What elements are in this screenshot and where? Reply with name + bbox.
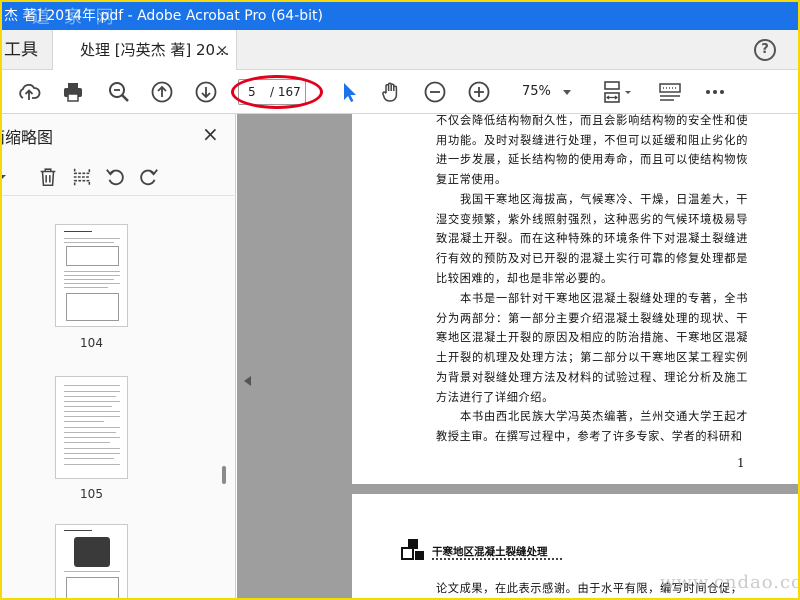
rotate-right-icon[interactable]	[136, 164, 162, 190]
document-page: 不仅会降低结构物耐久性，而且会影响结构物的安全性和使用功能。及时对裂缝进行处理，…	[352, 114, 798, 484]
title-bar: 杰 著] 2014年.pdf - Adobe Acrobat Pro (64-b…	[2, 2, 798, 30]
print-icon[interactable]	[59, 78, 87, 106]
page-current-input[interactable]: 5	[248, 80, 256, 104]
thumbnail-label: 104	[80, 336, 103, 350]
thumbnail-photo	[74, 537, 110, 567]
page-down-icon[interactable]	[192, 78, 220, 106]
options-dropdown-icon[interactable]	[2, 164, 10, 190]
tab-bar: 工具 处理 [冯英杰 著] 20... × ?	[2, 30, 798, 71]
page-number: 1	[737, 456, 745, 470]
running-header-title: 干寒地区混凝土裂缝处理	[432, 546, 548, 558]
page-number-field[interactable]: 5 / 167	[238, 79, 306, 105]
help-button[interactable]: ?	[754, 39, 776, 61]
toolbar: 5 / 167 75%	[2, 70, 798, 114]
title-watermark: 道 家 网	[32, 7, 118, 28]
tab-document[interactable]: 处理 [冯英杰 著] 20...	[52, 30, 237, 71]
fit-page-icon[interactable]	[599, 78, 637, 106]
zoom-out-icon[interactable]	[421, 78, 449, 106]
thumbnail-page-105[interactable]	[55, 376, 128, 479]
delete-icon[interactable]	[35, 164, 61, 190]
tab-tools[interactable]: 工具	[2, 30, 52, 70]
paragraph: 本书是一部针对干寒地区混凝土裂缝处理的专著，全书分为两部分：第一部分主要介绍混凝…	[436, 292, 748, 404]
collapse-panel-icon[interactable]	[244, 376, 251, 386]
page-up-icon[interactable]	[148, 78, 176, 106]
bottom-watermark: www.cndao.com	[660, 572, 798, 593]
chevron-down-icon	[563, 90, 571, 95]
paragraph: 本书由西北民族大学冯英杰编著，兰州交通大学王起才教授主审。在撰写过程中，参考了许…	[436, 410, 748, 443]
panel-close-button[interactable]: ×	[202, 122, 219, 146]
thumbnail-toolbar	[2, 158, 236, 196]
rotate-left-icon[interactable]	[102, 164, 128, 190]
more-icon[interactable]	[701, 78, 729, 106]
header-divider	[432, 558, 562, 560]
document-viewport: 不仅会降低结构物耐久性，而且会影响结构物的安全性和使用功能。及时对裂缝进行处理，…	[237, 114, 798, 598]
paragraph: 我国干寒地区海拔高，气候寒冷、干燥，日温差大，干湿交变频繁，紫外线照射强烈，这种…	[436, 193, 748, 285]
upload-icon[interactable]	[15, 78, 43, 106]
page-total-label: / 167	[270, 85, 301, 99]
select-cursor-icon[interactable]	[335, 78, 363, 106]
book-logo-icon	[401, 539, 424, 560]
tab-document-label: 处理 [冯英杰 著] 20...	[80, 41, 230, 59]
comment-icon[interactable]	[656, 78, 684, 106]
hand-icon[interactable]	[377, 78, 405, 106]
tab-close-button[interactable]: ×	[215, 43, 229, 58]
thumbnail-page-106[interactable]	[55, 524, 128, 598]
thumbnail-panel: 页面缩略图 ×	[2, 114, 236, 598]
extract-page-icon[interactable]	[69, 164, 95, 190]
thumbnail-label: 105	[80, 487, 103, 501]
panel-title: 页面缩略图	[2, 128, 54, 147]
paragraph: 不仅会降低结构物耐久性，而且会影响结构物的安全性和使用功能。及时对裂缝进行处理，…	[436, 114, 748, 187]
zoom-dropdown[interactable]: 75%	[511, 79, 579, 105]
zoom-search-icon[interactable]	[105, 78, 133, 106]
acrobat-window: 杰 著] 2014年.pdf - Adobe Acrobat Pro (64-b…	[0, 0, 800, 600]
zoom-in-icon[interactable]	[465, 78, 493, 106]
zoom-value: 75%	[522, 84, 551, 99]
thumbnail-page-104[interactable]	[55, 224, 128, 327]
panel-scrollbar[interactable]	[222, 466, 226, 484]
